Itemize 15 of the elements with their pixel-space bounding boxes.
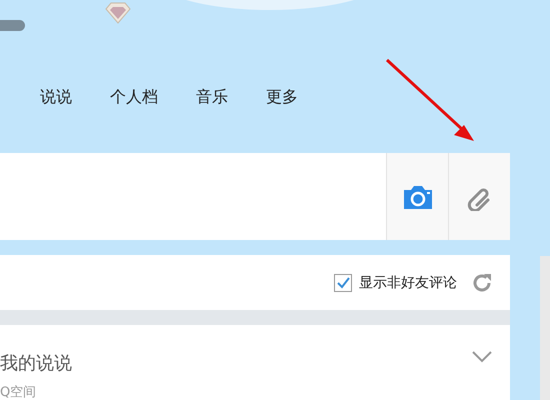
nav-tab[interactable]: 更多: [266, 87, 298, 108]
card-subtitle: Q空间: [0, 384, 38, 400]
nav-tab[interactable]: 音乐: [196, 87, 228, 108]
attach-link-button[interactable]: [448, 153, 510, 240]
diamond-icon: [105, 1, 131, 25]
card-title: 我的说说: [0, 352, 72, 375]
level-bar: [0, 20, 25, 31]
checkbox[interactable]: [334, 274, 352, 292]
photo-button[interactable]: [386, 153, 448, 240]
nav-tab[interactable]: 说说: [40, 87, 72, 108]
camera-icon: [402, 184, 434, 210]
nav-tab[interactable]: 个人档: [110, 87, 158, 108]
refresh-icon[interactable]: [471, 272, 494, 294]
checkbox-label: 显示非好友评论: [359, 274, 458, 292]
chevron-down-icon[interactable]: [472, 351, 492, 363]
